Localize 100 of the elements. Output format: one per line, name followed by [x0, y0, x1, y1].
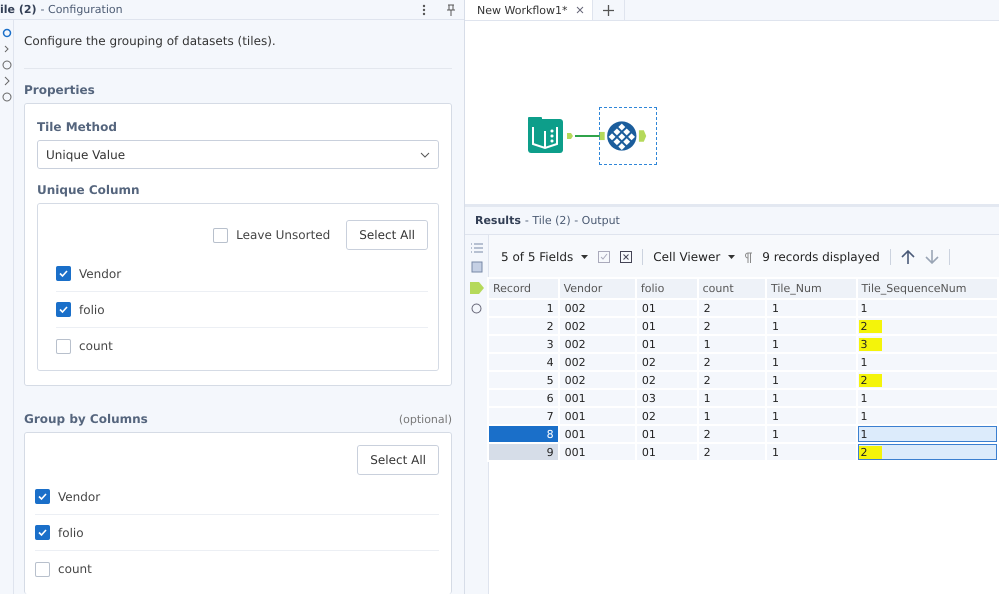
table-cell: 1: [767, 300, 856, 316]
table-cell: 2: [698, 426, 765, 442]
highlight-mark: 2: [858, 320, 882, 332]
checklist-icon[interactable]: [598, 251, 610, 263]
cell-viewer-dropdown[interactable]: Cell Viewer: [653, 250, 736, 264]
checkmark-icon: [58, 304, 69, 315]
record-number[interactable]: 5: [489, 372, 558, 388]
highlight-mark: 1: [860, 302, 869, 314]
checkbox[interactable]: [56, 302, 71, 317]
table-cell: 001: [560, 444, 635, 460]
highlight-mark: 1: [860, 410, 869, 422]
record-number[interactable]: 1: [489, 300, 558, 316]
column-header[interactable]: Record: [489, 279, 558, 298]
table-cell: 001: [560, 390, 635, 406]
table-cell: 02: [636, 354, 697, 370]
table-cell: 2: [698, 444, 765, 460]
panel-title: ile (2): [0, 3, 37, 16]
checkmark-icon: [37, 527, 48, 538]
table-cell: 01: [636, 336, 697, 352]
tile-method-dropdown[interactable]: Unique Value: [37, 140, 439, 169]
table-cell: 1: [698, 336, 765, 352]
table-cell: 1: [698, 390, 765, 406]
circle-icon[interactable]: [2, 60, 12, 70]
table-cell: 1: [767, 336, 856, 352]
connector-line: [575, 135, 602, 137]
record-number[interactable]: 6: [489, 390, 558, 406]
column-header[interactable]: folio: [636, 279, 697, 298]
caret-icon: [728, 255, 736, 259]
pin-icon[interactable]: [446, 4, 456, 16]
results-subtitle: - Tile (2) - Output: [524, 214, 620, 227]
record-number[interactable]: 4: [489, 354, 558, 370]
column-header[interactable]: Tile_SequenceNum: [858, 279, 997, 298]
table-cell: 1: [767, 426, 856, 442]
checkbox[interactable]: [35, 525, 50, 540]
table-cell: 2: [698, 372, 765, 388]
record-number[interactable]: 3: [489, 336, 558, 352]
checkbox[interactable]: [56, 266, 71, 281]
table-cell: 02: [636, 372, 697, 388]
table-cell: 1: [767, 408, 856, 424]
column-header[interactable]: count: [698, 279, 765, 298]
table-cell: 002: [560, 336, 635, 352]
column-header[interactable]: Vendor: [560, 279, 635, 298]
chevron-down-icon: [420, 152, 430, 158]
field-label: Tile Method: [37, 120, 118, 134]
more-icon[interactable]: [422, 4, 426, 16]
table-cell: 01: [636, 318, 697, 334]
checkbox[interactable]: [213, 228, 228, 242]
input-tool-icon[interactable]: [528, 117, 576, 153]
close-icon[interactable]: [576, 6, 584, 14]
highlight-mark: 3: [858, 338, 882, 350]
caret-icon: [581, 255, 588, 259]
highlight-mark: 2: [858, 374, 882, 386]
checkbox-label: folio: [58, 526, 84, 540]
field-label: Unique Column: [37, 183, 141, 197]
arrow-up-icon[interactable]: [900, 249, 915, 265]
column-header[interactable]: Tile_Num: [767, 279, 856, 298]
pilcrow-icon[interactable]: [745, 252, 752, 262]
table-cell: 1: [767, 318, 856, 334]
table-icon[interactable]: [470, 261, 482, 273]
table-cell: 1: [767, 444, 856, 460]
record-number[interactable]: 7: [489, 408, 558, 424]
highlight-mark: 1: [860, 428, 869, 440]
section-title: Properties: [24, 83, 96, 97]
checkbox[interactable]: [35, 562, 50, 576]
select-all-button[interactable]: Select All: [346, 220, 428, 250]
chevron-icon[interactable]: [2, 76, 10, 86]
record-number[interactable]: 9: [489, 444, 558, 460]
checkbox[interactable]: [56, 338, 71, 354]
table-cell: 01: [636, 426, 697, 442]
select-all-button[interactable]: Select All: [357, 445, 439, 475]
checkbox-label: Vendor: [79, 266, 122, 280]
table-cell: 1: [767, 372, 856, 388]
list-icon[interactable]: [470, 243, 482, 253]
highlight-mark: 2: [858, 446, 882, 458]
clear-icon[interactable]: [620, 251, 632, 263]
table-cell: 1: [767, 354, 856, 370]
table-cell: 01: [636, 300, 697, 316]
record-number[interactable]: 8: [489, 426, 558, 442]
tile-tool-node[interactable]: [599, 107, 657, 165]
table-cell: 01: [636, 444, 697, 460]
results-title: Results: [475, 214, 521, 227]
checkbox-label: Vendor: [58, 490, 100, 504]
section-title: Group by Columns: [24, 412, 148, 426]
chevron-icon[interactable]: [2, 44, 10, 54]
table-cell: 002: [560, 300, 635, 316]
record-number[interactable]: 2: [489, 318, 558, 334]
workflow-tab[interactable]: New Workflow1*: [465, 0, 592, 20]
description: Configure the grouping of datasets (tiles).: [24, 34, 452, 69]
fields-dropdown[interactable]: 5 of 5 Fields: [501, 250, 588, 264]
highlight-mark: 1: [860, 392, 869, 404]
add-icon[interactable]: [602, 4, 614, 16]
checkmark-icon: [58, 268, 69, 279]
table-cell: 2: [698, 318, 765, 334]
checkmark-icon: [37, 491, 48, 502]
table-cell: 002: [560, 372, 635, 388]
table-cell: 2: [698, 354, 765, 370]
checkbox-label: count: [79, 339, 113, 353]
checkbox-label: count: [58, 562, 92, 576]
table-cell: 02: [636, 408, 697, 424]
checkbox[interactable]: [35, 489, 50, 504]
